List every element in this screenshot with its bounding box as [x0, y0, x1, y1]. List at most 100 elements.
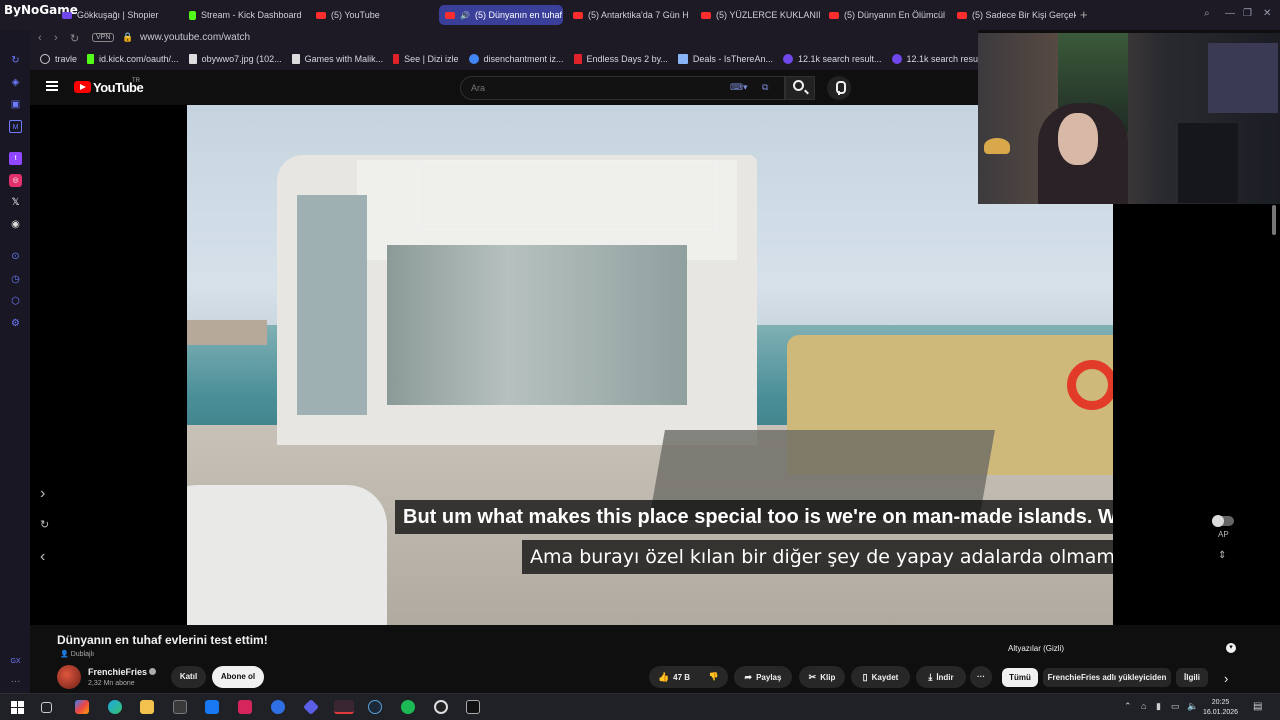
autoplay-toggle[interactable] [1212, 515, 1234, 527]
chevron-right-icon[interactable]: › [1224, 671, 1228, 686]
store-icon[interactable] [173, 700, 187, 714]
clip-button[interactable]: ✂ Klip [799, 666, 845, 688]
subscribe-button[interactable]: Abone ol [212, 666, 264, 688]
bookmark-item[interactable]: Games with Malik... [291, 54, 383, 64]
more-dots-icon[interactable]: ··· [9, 675, 22, 688]
page-scrollbar[interactable] [1272, 205, 1276, 235]
bookmark-item[interactable]: 12.1k search result... [891, 54, 990, 64]
vpn-badge[interactable]: VPN [92, 33, 115, 42]
copilot-icon[interactable] [75, 700, 89, 714]
tab-kuklanin[interactable]: (5) YÜZLERCE KUKLANIN [695, 5, 820, 25]
video-frame[interactable]: But um what makes this place special too… [187, 105, 1113, 625]
notification-icon[interactable]: ▤ [1253, 701, 1262, 712]
tab-current-video[interactable]: 🔊 (5) Dünyanın en tuhaf [439, 5, 563, 25]
share-arrow-icon: ➦ [744, 672, 753, 682]
chip-all[interactable]: Tümü [1002, 668, 1038, 687]
tab-olumcul[interactable]: (5) Dünyanın En Ölümcül H [823, 5, 948, 25]
steam-icon[interactable] [368, 700, 382, 714]
bookmark-item[interactable]: id.kick.com/oauth/... [87, 54, 179, 64]
reload-icon[interactable]: ↻ [70, 32, 79, 45]
chevron-right-icon[interactable]: › [40, 485, 45, 503]
obs-icon[interactable] [434, 700, 448, 714]
app-icon[interactable] [303, 699, 319, 715]
clock-icon[interactable]: ◷ [9, 273, 22, 286]
back-icon[interactable]: ‹ [38, 32, 42, 44]
chip-from-uploader[interactable]: FrenchieFries adlı yükleyiciden [1043, 668, 1171, 687]
tab-label: (5) Antarktika'da 7 Gün H [588, 10, 689, 20]
tab-shopier[interactable]: Gökkuşağı | Shopier [56, 5, 181, 25]
clock[interactable]: 20:25 16.01.2026 [1203, 698, 1238, 718]
channel-name[interactable]: FrenchieFries [88, 667, 147, 677]
bag-icon[interactable]: ◈ [9, 76, 22, 89]
twitch-icon[interactable]: t [9, 152, 22, 165]
windows-start-icon[interactable] [10, 700, 24, 714]
tab-antarktika[interactable]: (5) Antarktika'da 7 Gün H [567, 5, 692, 25]
tab-sadece-bir-kisi[interactable]: (5) Sadece Bir Kişi Gerçek [951, 5, 1076, 25]
opera-gx-icon[interactable] [334, 700, 354, 714]
youtube-logo-icon[interactable] [74, 81, 91, 93]
scroll-updown-icon[interactable]: ⇕ [1218, 550, 1226, 561]
bookmark-item[interactable]: Endless Days 2 by... [573, 54, 668, 64]
maximize-icon[interactable]: ❐ [1243, 8, 1252, 19]
gx-icon[interactable]: GX [9, 655, 22, 668]
minimize-icon[interactable]: — [1225, 8, 1235, 19]
file-icon [188, 54, 197, 64]
youtube-favicon-icon [701, 11, 711, 19]
edge-icon[interactable] [108, 700, 122, 714]
chevron-left-icon[interactable]: ‹ [40, 548, 45, 566]
close-icon[interactable]: ✕ [1263, 8, 1271, 19]
lock-icon[interactable]: 🔒 [122, 32, 133, 43]
task-view-icon[interactable] [41, 702, 52, 713]
translate-icon[interactable]: ⧉ [762, 82, 768, 93]
refresh-icon[interactable]: ↻ [9, 54, 22, 67]
save-button[interactable]: ▯ Kaydet [851, 666, 910, 688]
bookmark-item[interactable]: See | Dizi izle [393, 54, 459, 64]
discord-icon[interactable]: ◉ [9, 218, 22, 231]
forward-icon[interactable]: › [54, 32, 58, 44]
search-tabs-icon[interactable]: ⌕ [1204, 8, 1210, 19]
join-button[interactable]: Katıl [171, 666, 206, 688]
chip-related[interactable]: İlgili [1176, 668, 1208, 687]
bookmark-item[interactable]: 12.1k search result... [782, 54, 882, 64]
kick-favicon-icon [189, 10, 196, 20]
settings-gear-icon[interactable]: ⚙ [9, 317, 22, 330]
captions-panel-title[interactable]: Altyazılar (Gizli) [1008, 644, 1064, 653]
spotify-icon[interactable] [401, 700, 415, 714]
mail-icon[interactable] [205, 700, 219, 714]
bookmark-item[interactable]: travle [40, 54, 77, 64]
download-button[interactable]: ⤓ İndir [916, 666, 966, 688]
voice-search-mic-icon[interactable] [827, 76, 851, 100]
keyboard-icon[interactable]: ⌨▾ [730, 82, 748, 93]
play-circle-icon[interactable]: ⊙ [9, 250, 22, 263]
app-icon[interactable] [238, 700, 252, 714]
more-actions-button[interactable]: ··· [970, 666, 992, 688]
m-icon[interactable]: M [9, 120, 22, 133]
battery-icon[interactable]: ▭ [1171, 701, 1180, 712]
share-button[interactable]: ➦ Paylaş [734, 666, 792, 688]
bookmark-item[interactable]: disenchantment iz... [468, 54, 564, 64]
chevron-down-icon[interactable]: ▾ [1226, 643, 1236, 653]
file-explorer-icon[interactable] [140, 700, 154, 714]
instagram-icon[interactable]: ◎ [9, 174, 22, 187]
cube-icon[interactable]: ⬡ [9, 295, 22, 308]
dislike-button[interactable]: 👎 [699, 666, 728, 688]
x-icon[interactable]: 𝕏 [9, 196, 22, 209]
microphone-icon[interactable]: ▮ [1156, 701, 1161, 712]
volume-icon[interactable]: 🔈 [1187, 701, 1198, 712]
tab-kick-dashboard[interactable]: Stream - Kick Dashboard [183, 5, 308, 25]
chevron-up-icon[interactable]: ⌃ [1124, 701, 1132, 712]
controller-icon[interactable]: ▣ [9, 98, 22, 111]
app-icon[interactable] [271, 700, 285, 714]
bookmark-item[interactable]: obywwo7.jpg (102... [188, 54, 282, 64]
search-icon[interactable] [793, 80, 804, 91]
like-button[interactable]: 👍 47 B [649, 666, 699, 688]
bookmark-item[interactable]: Deals - IsThereAn... [677, 54, 773, 64]
refresh-icon[interactable]: ↻ [40, 518, 49, 531]
channel-avatar[interactable] [57, 665, 81, 689]
hamburger-menu-icon[interactable] [46, 81, 58, 91]
new-tab-plus-icon[interactable]: + [1080, 7, 1088, 22]
tab-youtube[interactable]: (5) YouTube [310, 5, 435, 25]
url-field[interactable]: www.youtube.com/watch [140, 32, 250, 43]
epic-games-icon[interactable] [466, 700, 480, 714]
network-icon[interactable]: ⌂ [1141, 701, 1146, 711]
